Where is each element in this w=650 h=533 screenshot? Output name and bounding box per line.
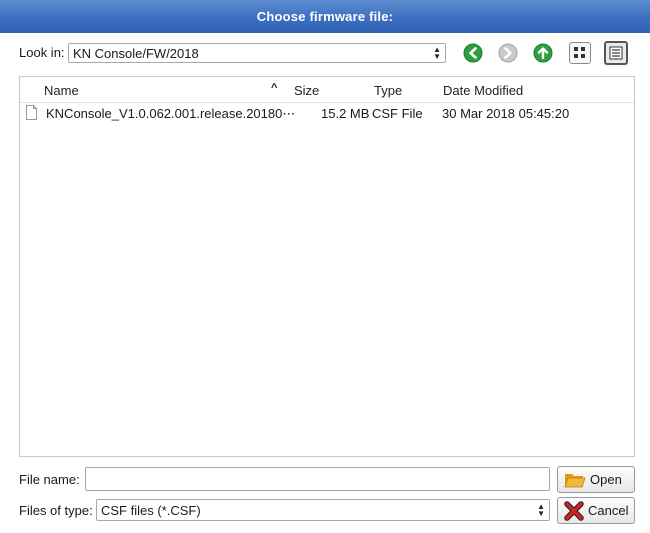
column-header-date[interactable]: Date Modified — [443, 83, 523, 98]
open-button-label: Open — [590, 472, 622, 487]
folder-open-icon — [564, 473, 586, 487]
list-view-button[interactable] — [569, 42, 591, 64]
files-of-type-combo[interactable]: CSF files (*.CSF) ▲ ▼ — [96, 499, 550, 521]
look-in-combo[interactable]: KN Console/FW/2018 ▲ ▼ — [68, 43, 446, 63]
file-name-label: File name: — [19, 472, 80, 487]
files-of-type-label: Files of type: — [19, 503, 93, 518]
cancel-button-label: Cancel — [588, 503, 629, 518]
file-name: KNConsole_V1.0.062.001.release.20180⋯ — [46, 106, 296, 121]
forward-arrow-icon — [498, 43, 518, 63]
look-in-value: KN Console/FW/2018 — [73, 45, 199, 61]
file-date: 30 Mar 2018 05:45:20 — [442, 106, 570, 121]
window-title: Choose firmware file: — [256, 9, 394, 24]
back-arrow-icon — [463, 43, 483, 63]
column-header-type[interactable]: Type — [374, 83, 402, 98]
files-of-type-value: CSF files (*.CSF) — [101, 502, 201, 518]
column-header-size[interactable]: Size — [294, 83, 319, 98]
open-button[interactable]: Open — [557, 466, 635, 493]
list-view-icon — [574, 47, 585, 58]
document-icon — [26, 105, 37, 120]
back-button[interactable] — [462, 42, 484, 64]
detail-view-icon — [609, 46, 623, 60]
file-list-header: Name ^ Size Type Date Modified — [20, 77, 634, 103]
file-list[interactable]: Name ^ Size Type Date Modified KNConsole… — [19, 76, 635, 457]
cancel-x-icon — [564, 500, 584, 521]
file-name-input[interactable] — [85, 467, 550, 491]
up-button[interactable] — [532, 42, 554, 64]
file-size: 15.2 MB — [321, 106, 370, 121]
sort-ascending-icon: ^ — [271, 82, 278, 94]
file-type: CSF File — [372, 106, 423, 121]
combo-arrows-icon: ▲ ▼ — [537, 502, 545, 518]
cancel-button[interactable]: Cancel — [557, 497, 635, 524]
file-row[interactable]: KNConsole_V1.0.062.001.release.20180⋯ 15… — [20, 104, 634, 124]
look-in-label: Look in: — [19, 45, 65, 60]
combo-arrows-icon: ▲ ▼ — [433, 45, 441, 61]
window-title-bar: Choose firmware file: — [0, 0, 650, 33]
up-arrow-icon — [533, 43, 553, 63]
detail-view-button[interactable] — [604, 41, 628, 65]
column-header-name[interactable]: Name — [44, 83, 79, 98]
forward-button[interactable] — [497, 42, 519, 64]
